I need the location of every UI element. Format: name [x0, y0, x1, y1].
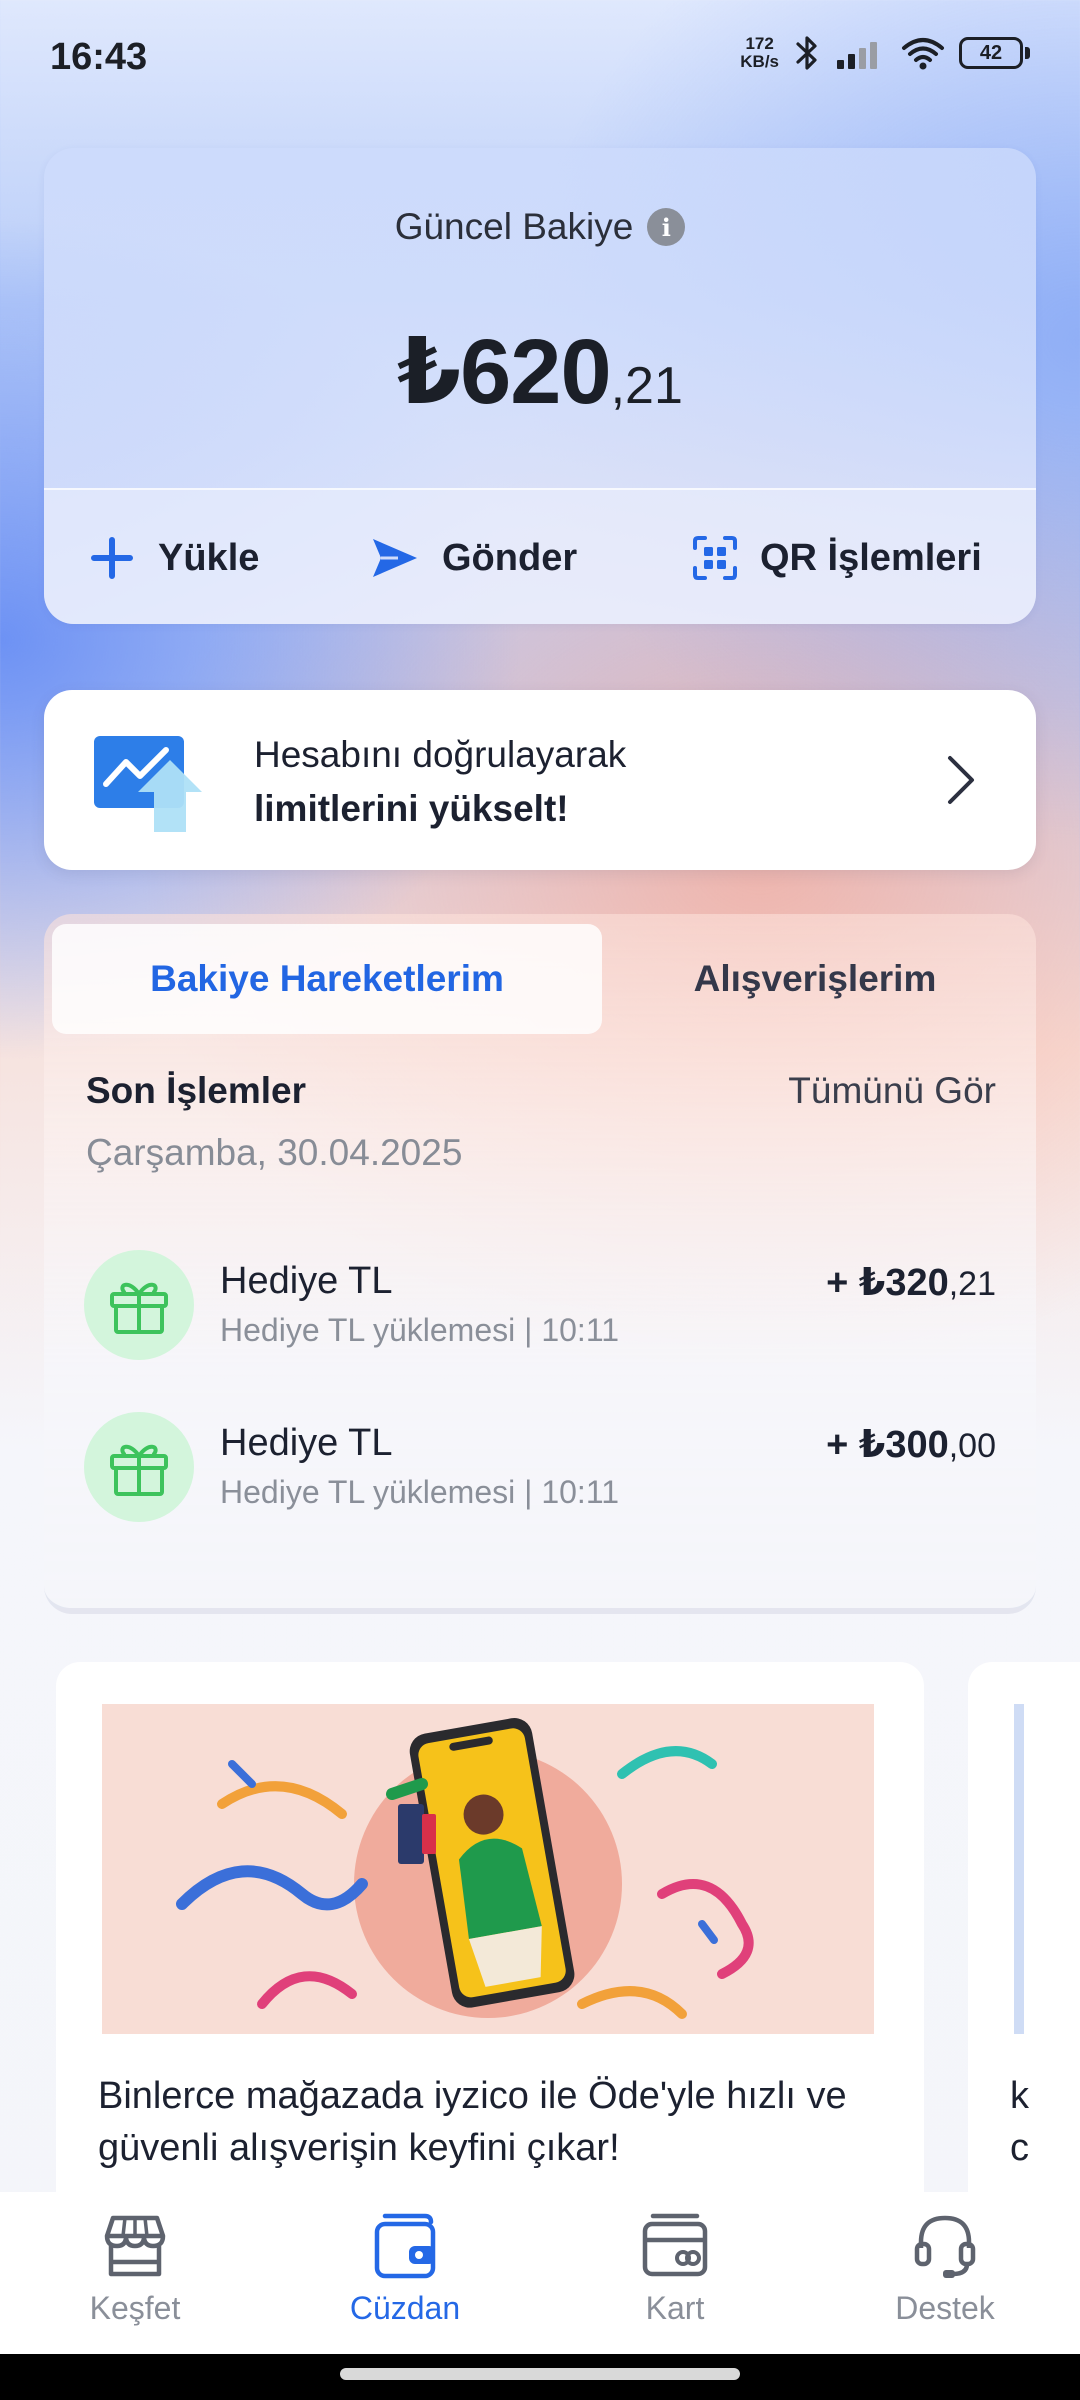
qr-button[interactable]: QR İşlemleri [692, 490, 982, 624]
transaction-name: Hediye TL [220, 1422, 393, 1464]
transaction-amount-cents: ,21 [948, 1265, 996, 1303]
transactions-panel: Bakiye Hareketlerim Alışverişlerim Son İ… [44, 914, 1036, 1614]
qr-icon [693, 536, 737, 580]
chevron-right-icon [948, 756, 974, 804]
promo-image [102, 1704, 874, 2034]
verify-banner-line2: limitlerini yükselt! [254, 788, 569, 829]
send-button-label: Gönder [442, 536, 578, 579]
nav-item-support[interactable]: Destek [845, 2210, 1045, 2327]
send-icon [373, 539, 417, 577]
balance-actions: Yükle Gönder QR İşlemleri [44, 488, 1036, 624]
battery-level: 42 [959, 37, 1023, 69]
balance-card: Güncel Bakiye i ₺620,21 Yükle Gönder QR … [44, 148, 1036, 624]
transaction-description: Hediye TL yüklemesi | 10:11 [220, 1474, 620, 1510]
transaction-amount: + ₺300,00 [826, 1422, 996, 1467]
battery-tip [1025, 47, 1030, 59]
transaction-amount-main: + ₺300 [826, 1424, 949, 1466]
balance-amount-main: ₺620 [397, 321, 612, 423]
promo-illustration [176, 1718, 754, 2019]
transaction-name: Hediye TL [220, 1260, 393, 1302]
verify-banner-text: Hesabını doğrulayarak limitlerini yüksel… [254, 728, 626, 836]
load-button-label: Yükle [158, 536, 260, 579]
bluetooth-icon [796, 36, 817, 70]
qr-button-label: QR İşlemleri [760, 536, 982, 579]
nav-label-card: Kart [645, 2290, 705, 2326]
headset-icon [914, 2215, 976, 2278]
see-all-link[interactable]: Tümünü Gör [788, 1070, 996, 1112]
recent-transactions-title: Son İşlemler [86, 1070, 307, 1111]
tab-balance-movements[interactable]: Bakiye Hareketlerim [52, 924, 602, 1034]
gift-icon [84, 1412, 194, 1522]
growth-chart-icon [94, 736, 202, 832]
nav-label-support: Destek [895, 2290, 995, 2326]
balance-amount-cents: ,21 [610, 357, 683, 415]
balance-title-row: Güncel Bakiye i [44, 206, 1036, 248]
wallet-icon [374, 2213, 436, 2279]
transactions-date: Çarşamba, 30.04.2025 [86, 1132, 463, 1173]
bottom-navigation: Keşfet Cüzdan Kart Destek [0, 2192, 1080, 2354]
promo-next-image [1014, 1704, 1080, 2034]
store-icon [104, 2215, 166, 2277]
nav-item-wallet[interactable]: Cüzdan [305, 2210, 505, 2327]
load-button[interactable]: Yükle [88, 490, 259, 624]
plus-icon [91, 537, 133, 579]
transaction-row[interactable]: Hediye TL Hediye TL yüklemesi | 10:11 + … [84, 1250, 996, 1360]
transaction-amount-main: + ₺320 [826, 1262, 949, 1304]
signal-icon [837, 42, 877, 69]
wifi-icon [902, 38, 944, 70]
net-speed-value: 172 [745, 34, 774, 53]
home-indicator[interactable] [340, 2368, 740, 2380]
net-speed-unit: KB/s [740, 52, 779, 71]
status-icons: 172 KB/s 42 [740, 34, 1030, 72]
gift-icon [84, 1250, 194, 1360]
nav-item-card[interactable]: Kart [575, 2210, 775, 2327]
transaction-amount-cents: ,00 [948, 1427, 996, 1465]
system-navigation-bar [0, 2354, 1080, 2400]
tab-purchases[interactable]: Alışverişlerim [602, 924, 1028, 1034]
nav-label-wallet: Cüzdan [349, 2290, 461, 2326]
nav-item-discover[interactable]: Keşfet [35, 2210, 235, 2327]
verify-account-banner[interactable]: Hesabını doğrulayarak limitlerini yüksel… [44, 690, 1036, 870]
net-speed: 172 KB/s [740, 35, 779, 71]
send-button[interactable]: Gönder [370, 490, 577, 624]
battery-icon: 42 [959, 37, 1030, 69]
info-icon[interactable]: i [647, 208, 686, 246]
transaction-description: Hediye TL yüklemesi | 10:11 [220, 1312, 620, 1348]
card-icon [642, 2213, 708, 2277]
balance-title: Güncel Bakiye [394, 206, 634, 247]
status-time: 16:43 [50, 36, 148, 78]
transaction-row[interactable]: Hediye TL Hediye TL yüklemesi | 10:11 + … [84, 1412, 996, 1522]
balance-amount: ₺620,21 [44, 318, 1036, 425]
balance-summary: Güncel Bakiye i ₺620,21 [44, 148, 1036, 488]
promo-text: Binlerce mağazada iyzico ile Öde'yle hız… [98, 2075, 847, 2169]
transaction-amount: + ₺320,21 [826, 1260, 996, 1305]
verify-banner-line1: Hesabını doğrulayarak [254, 734, 627, 775]
nav-label-discover: Keşfet [89, 2290, 181, 2326]
status-bar: 16:43 172 KB/s 42 [0, 0, 1080, 110]
promo-next-text: k c [1010, 2075, 1029, 2169]
